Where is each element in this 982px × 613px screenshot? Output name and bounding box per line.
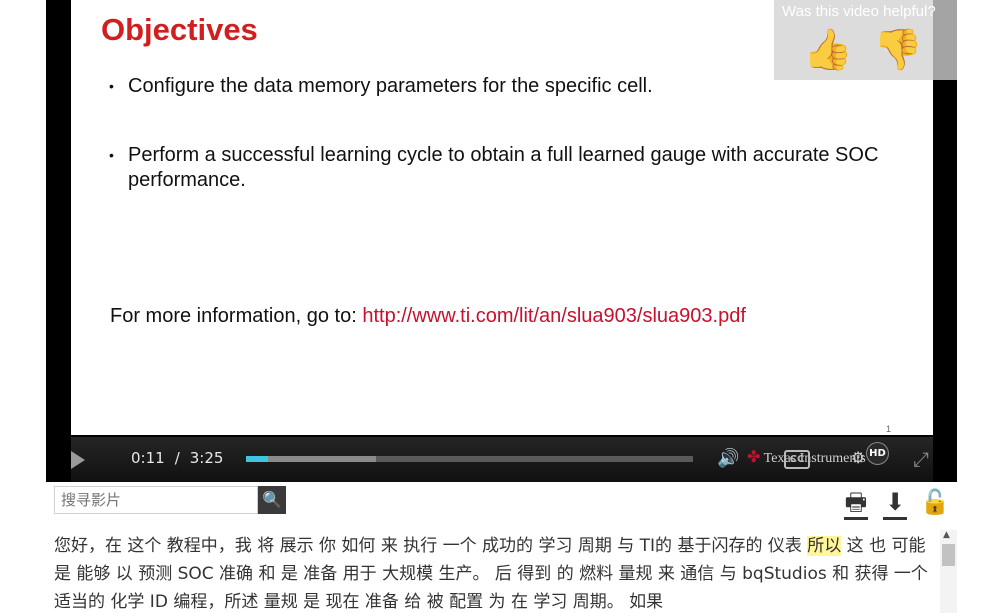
more-info-prefix: For more information, go to:: [110, 305, 363, 327]
scroll-up-icon[interactable]: ▲: [943, 530, 950, 540]
duration: 3:25: [189, 449, 224, 467]
thumbs-down-icon[interactable]: 👎: [872, 26, 924, 74]
search-icon[interactable]: 🔍: [258, 486, 286, 514]
play-icon[interactable]: [71, 451, 85, 469]
time-display: 0:11 / 3:25: [126, 449, 228, 467]
download-icon[interactable]: ⬇: [881, 486, 909, 520]
search-box: [54, 486, 258, 514]
transcript-before: 您好，在 这个 教程中，我 将 展示 你 如何 来 执行 一个 成功的 学习 周…: [54, 536, 808, 556]
print-icon[interactable]: 🖶: [842, 486, 870, 520]
lock-icon[interactable]: 🔓: [920, 486, 950, 518]
fullscreen-icon[interactable]: ⤢: [913, 447, 929, 471]
progress-played: [246, 456, 269, 462]
hd-badge[interactable]: HD: [866, 442, 889, 465]
slide-number: 1: [885, 424, 891, 434]
feedback-overlay: Was this video helpful? 👍 👎: [774, 0, 957, 80]
slide-title: Objectives: [101, 12, 258, 47]
more-info-line: For more information, go to: http://www.…: [110, 305, 746, 328]
closed-captions-button[interactable]: CC: [784, 450, 810, 469]
transcript-text: 您好，在 这个 教程中，我 将 展示 你 如何 来 执行 一个 成功的 学习 周…: [54, 532, 934, 613]
feedback-label: Was this video helpful?: [782, 3, 936, 20]
bullet-dot-icon: •: [109, 147, 114, 163]
slide-bullet: • Perform a successful learning cycle to…: [109, 144, 879, 191]
player-controls: 0:11/3:25 🔊 ✤ Texas Instruments CC ⚙ HD …: [71, 437, 933, 482]
current-time: 0:11: [131, 449, 165, 467]
progress-bar[interactable]: [246, 456, 693, 462]
video-player[interactable]: Objectives • Configure the data memory p…: [46, 0, 957, 482]
video-page: Objectives • Configure the data memory p…: [0, 0, 982, 613]
scrollbar-thumb[interactable]: [942, 544, 955, 566]
bullet-dot-icon: •: [109, 78, 114, 94]
thumbs-up-icon[interactable]: 👍: [802, 26, 854, 74]
search-input[interactable]: [55, 487, 257, 513]
transcript-scrollbar[interactable]: ▲: [940, 530, 957, 613]
settings-gear-icon[interactable]: ⚙: [851, 448, 865, 467]
more-info-link[interactable]: http://www.ti.com/lit/an/slua903/slua903…: [362, 305, 746, 327]
transcript-highlight[interactable]: 所以: [807, 536, 842, 556]
volume-icon[interactable]: 🔊: [717, 448, 739, 469]
time-separator: /: [174, 449, 180, 467]
